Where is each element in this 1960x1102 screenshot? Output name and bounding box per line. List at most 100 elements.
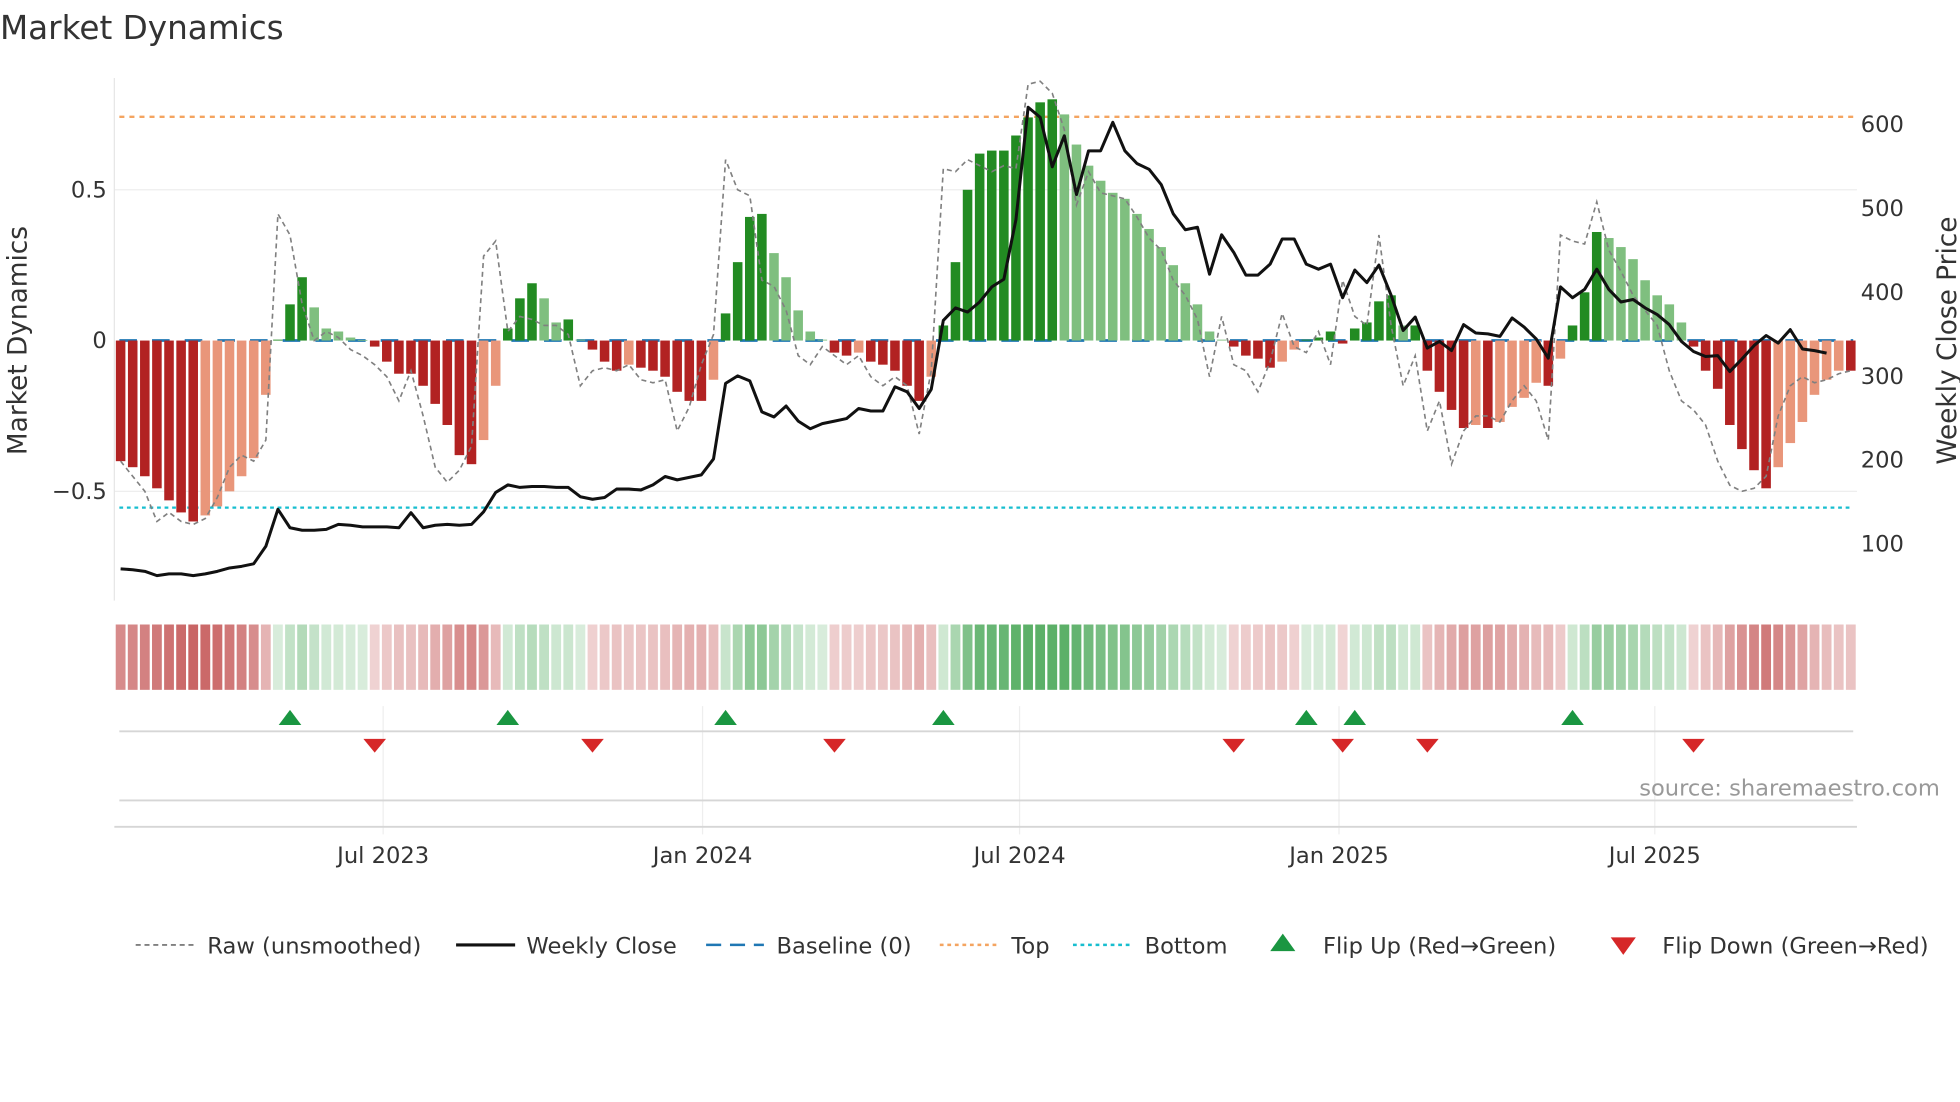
strip-cell (115, 624, 126, 690)
strip-cell (1579, 624, 1590, 690)
y-tick-label-right: 200 (1861, 448, 1904, 474)
flip-down-icon (1610, 937, 1636, 955)
bar (418, 340, 428, 386)
bar (1797, 340, 1808, 422)
bar (1083, 165, 1094, 341)
strip-cell (1531, 624, 1542, 690)
strip-cell (672, 624, 683, 690)
bar (309, 307, 319, 341)
strip-cell (1337, 624, 1348, 690)
bar (696, 340, 707, 401)
strip-cell (575, 624, 586, 690)
bar (684, 340, 695, 401)
bar (539, 298, 549, 341)
bar (1616, 247, 1626, 341)
strip-cell (962, 624, 973, 690)
bar (1833, 340, 1844, 371)
strip-cell (1180, 624, 1191, 690)
strip-cell (1422, 624, 1433, 690)
strip-cell (696, 624, 707, 690)
bar (781, 277, 791, 341)
strip-cell (865, 624, 876, 690)
strip-cell (357, 624, 368, 690)
strength-strip (115, 624, 1856, 690)
bar (1458, 340, 1469, 428)
bar (1362, 322, 1372, 341)
strip-cell (829, 624, 840, 690)
bar (333, 331, 344, 341)
x-tick-label: Jan 2025 (1287, 843, 1389, 869)
bar (1495, 340, 1505, 422)
strip-cell (1482, 624, 1493, 690)
bar (890, 340, 900, 371)
flip-up-marker (1343, 709, 1367, 726)
bar (127, 340, 138, 468)
flip-up-marker (496, 709, 520, 726)
strip-cell (1107, 624, 1118, 690)
strip-cell (805, 624, 816, 690)
bar (974, 153, 985, 341)
strip-cell (1410, 624, 1421, 690)
strip-cell (648, 624, 658, 690)
flip-down-marker (1416, 738, 1439, 753)
bar (527, 283, 537, 341)
bar (1095, 180, 1106, 341)
bar (793, 310, 803, 341)
strip-cell (1119, 624, 1130, 690)
legend-close-label: Weekly Close (526, 934, 676, 960)
bar (902, 340, 912, 386)
y-tick-label-right: 400 (1861, 280, 1904, 306)
strip-cell (309, 624, 320, 690)
strip-cell (1023, 624, 1033, 690)
strip-cell (369, 624, 380, 690)
bar (769, 253, 779, 341)
x-tick-label: Jul 2023 (335, 843, 429, 869)
bar (152, 340, 162, 489)
bar (648, 340, 658, 371)
strip-cell (285, 624, 295, 690)
bar (248, 340, 259, 459)
bar (454, 340, 465, 456)
strip-cell (1785, 624, 1796, 690)
strip-cell (720, 624, 731, 690)
strip-cell (998, 624, 1009, 690)
bar (672, 340, 682, 392)
bar (986, 150, 997, 341)
strip-cell (1386, 624, 1396, 690)
bar (212, 340, 223, 507)
legend-bottom-label: Bottom (1145, 934, 1228, 960)
strip-cell (1277, 624, 1288, 690)
bar (1712, 340, 1723, 389)
strip-cell (587, 624, 598, 690)
bar (490, 340, 501, 386)
strip-cell (1845, 624, 1856, 690)
bar (115, 340, 126, 462)
strip-cell (1011, 624, 1021, 690)
strip-cell (1361, 624, 1372, 690)
strip-cell (248, 624, 259, 690)
strip-cell (684, 624, 695, 690)
bar (1337, 340, 1348, 344)
flip-up-marker (932, 709, 955, 726)
strip-cell (877, 624, 888, 690)
bar (962, 189, 973, 341)
strip-cell (1228, 624, 1239, 690)
strip-cell (1603, 624, 1614, 690)
strip-cell (1204, 624, 1215, 690)
strip-cell (1833, 624, 1844, 690)
strip-cell (442, 624, 453, 690)
bar (1470, 340, 1481, 425)
bar (853, 340, 864, 353)
bar (369, 340, 380, 347)
y-tick-label-right: 500 (1861, 196, 1904, 222)
bar (1543, 340, 1554, 386)
strip-cell (974, 624, 985, 690)
strip-cell (635, 624, 646, 690)
bar (357, 339, 368, 341)
bar (1688, 340, 1699, 347)
strip-cell (200, 624, 211, 690)
flip-down-marker (1682, 738, 1705, 753)
legend-flip-up-label: Flip Up (Red→Green) (1323, 934, 1556, 960)
strip-cell (514, 624, 525, 690)
chart-title: Market Dynamics (0, 9, 284, 47)
